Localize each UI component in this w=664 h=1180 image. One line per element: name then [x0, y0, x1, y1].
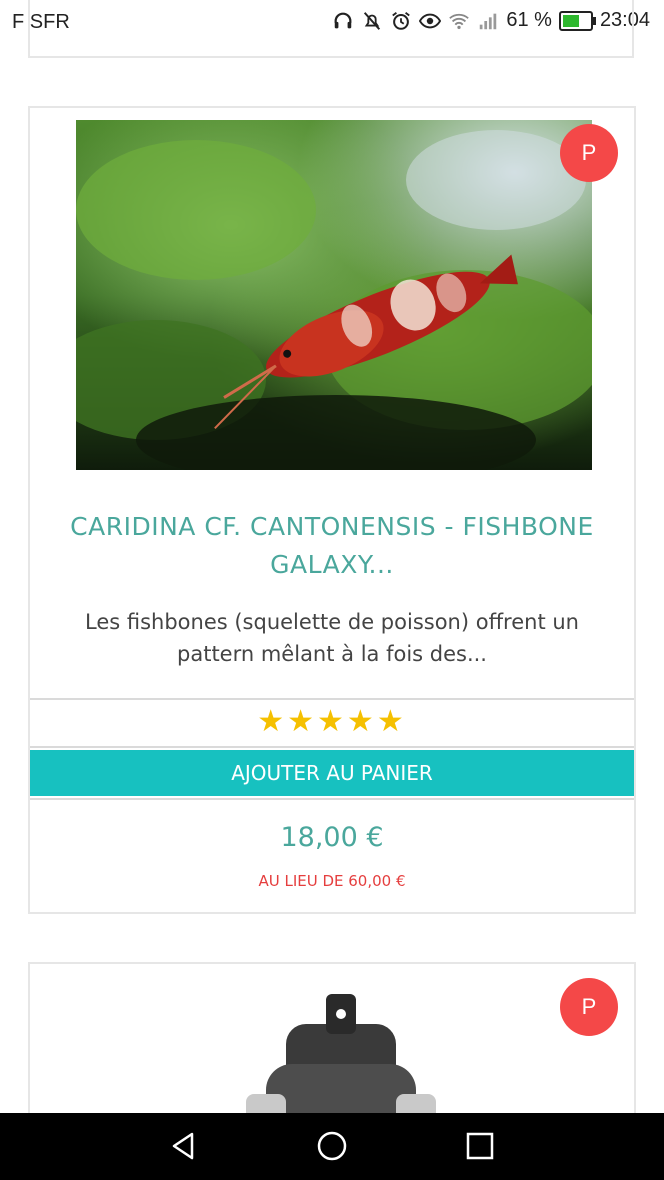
product-card[interactable]: P CARIDINA CF. CANTONENSIS - FISHBONE GA… — [28, 106, 636, 914]
recents-icon[interactable] — [464, 1130, 496, 1162]
previous-product-card — [28, 0, 634, 58]
promo-badge: P — [560, 978, 618, 1036]
divider — [30, 698, 634, 700]
promo-badge: P — [560, 124, 618, 182]
navigation-bar — [0, 1113, 664, 1180]
shrimp-photo[interactable] — [76, 120, 592, 470]
shrimp-illustration — [76, 130, 592, 470]
divider — [30, 746, 634, 748]
back-icon[interactable] — [168, 1130, 200, 1162]
divider — [30, 798, 634, 800]
add-to-cart-button[interactable]: AJOUTER AU PANIER — [30, 750, 634, 796]
home-icon[interactable] — [316, 1130, 348, 1162]
product-title[interactable]: CARIDINA CF. CANTONENSIS - FISHBONE GALA… — [30, 508, 634, 584]
product-price: 18,00 € — [280, 822, 384, 853]
product-old-price: AU LIEU DE 60,00 € — [258, 872, 406, 890]
product-description: Les fishbones (squelette de poisson) off… — [85, 610, 579, 666]
star-rating: ★★★★★ — [257, 704, 407, 739]
